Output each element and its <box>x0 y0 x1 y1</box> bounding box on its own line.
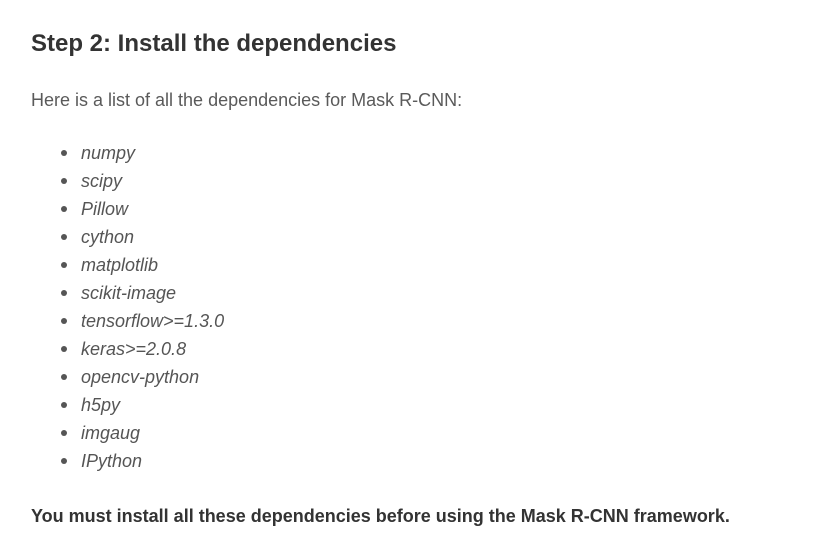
dependency-name: imgaug <box>81 423 141 443</box>
list-item: numpy <box>31 142 224 170</box>
bullet-icon <box>61 178 67 184</box>
bullet-icon <box>61 262 67 268</box>
dependency-name: Pillow <box>81 199 129 219</box>
dependency-name: matplotlib <box>81 255 159 275</box>
dependency-name: numpy <box>81 143 136 163</box>
list-item: cython <box>31 226 224 254</box>
list-item: matplotlib <box>31 254 224 282</box>
intro-paragraph: Here is a list of all the dependencies f… <box>31 90 463 110</box>
bullet-icon <box>61 374 67 380</box>
dependency-name: h5py <box>81 395 121 415</box>
list-item: Pillow <box>31 198 224 226</box>
list-item: scipy <box>31 170 224 198</box>
bullet-icon <box>61 318 67 324</box>
install-note: You must install all these dependencies … <box>31 506 730 526</box>
bullet-icon <box>61 206 67 212</box>
bullet-icon <box>61 150 67 156</box>
section-heading: Step 2: Install the dependencies <box>31 30 397 57</box>
dependency-name: opencv-python <box>81 367 200 387</box>
list-item: IPython <box>31 450 224 478</box>
list-item: imgaug <box>31 422 224 450</box>
bullet-icon <box>61 234 67 240</box>
dependency-name: IPython <box>81 451 143 471</box>
list-item: tensorflow>=1.3.0 <box>31 310 224 338</box>
bullet-icon <box>61 346 67 352</box>
dependency-name: keras>=2.0.8 <box>81 339 187 359</box>
dependency-name: cython <box>81 227 135 247</box>
dependency-name: scipy <box>81 171 123 191</box>
bullet-icon <box>61 430 67 436</box>
list-item: scikit-image <box>31 282 224 310</box>
list-item: opencv-python <box>31 366 224 394</box>
bullet-icon <box>61 290 67 296</box>
dependency-name: scikit-image <box>81 283 177 303</box>
bullet-icon <box>61 458 67 464</box>
list-item: keras>=2.0.8 <box>31 338 224 366</box>
bullet-icon <box>61 402 67 408</box>
dependency-name: tensorflow>=1.3.0 <box>81 311 225 331</box>
dependency-list: numpy scipy Pillow cython matplotlib sci… <box>31 142 224 478</box>
list-item: h5py <box>31 394 224 422</box>
